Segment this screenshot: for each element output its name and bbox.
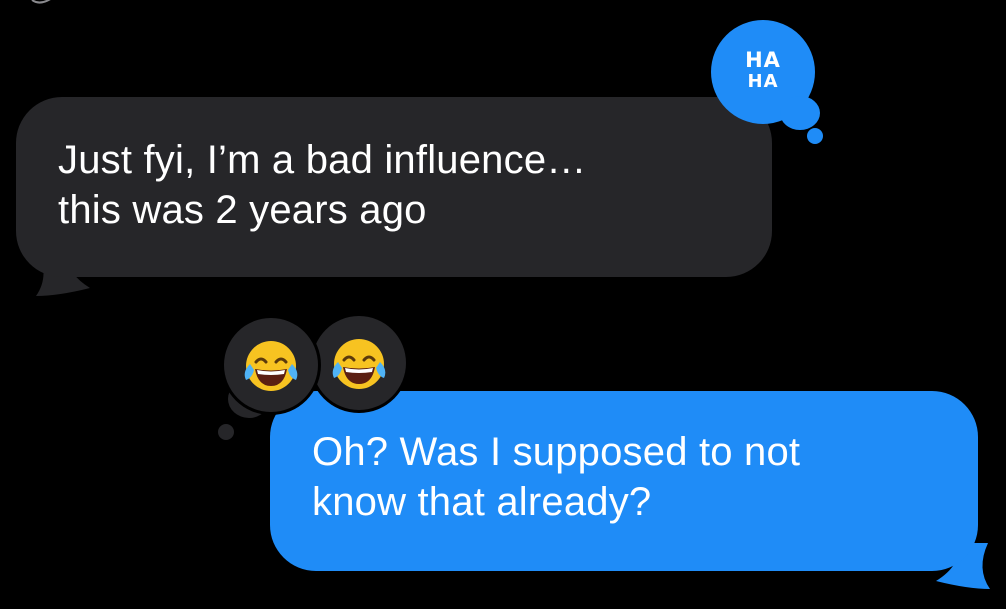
- laughing-emoji-tapback-1[interactable]: [224, 318, 318, 412]
- incoming-message-line-2: this was 2 years ago: [58, 188, 427, 232]
- previous-bubble-edge: [31, 0, 51, 4]
- incoming-message-bubble[interactable]: Just fyi, I’m a bad influence… this was …: [16, 97, 772, 277]
- haha-icon-text-2: HA: [747, 71, 779, 92]
- laughing-emoji-tapback-2[interactable]: [312, 316, 406, 410]
- outgoing-message-bubble[interactable]: Oh? Was I supposed to not know that alre…: [270, 391, 978, 571]
- outgoing-message-line-2: know that already?: [312, 480, 652, 524]
- emoji-tapback-tail-small: [218, 424, 234, 440]
- incoming-message-line-1: Just fyi, I’m a bad influence…: [58, 138, 587, 182]
- haha-tapback-tail-large: [780, 96, 820, 130]
- face-with-tears-of-joy-icon: [244, 341, 298, 391]
- haha-tapback-tail-small: [807, 128, 823, 144]
- face-with-tears-of-joy-icon: [332, 339, 386, 389]
- haha-icon-text-1: HA: [745, 48, 781, 72]
- outgoing-message-line-1: Oh? Was I supposed to not: [312, 430, 801, 474]
